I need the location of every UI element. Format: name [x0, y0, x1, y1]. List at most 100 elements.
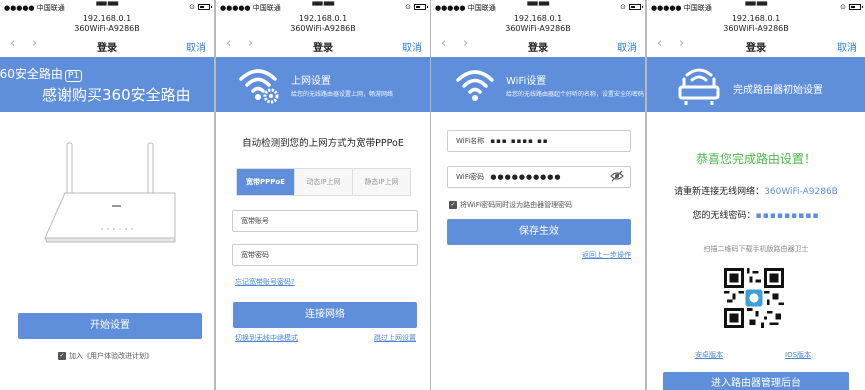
clock: ▀▀ ▀▀: [96, 2, 118, 10]
battery-area: ⊙: [405, 3, 428, 11]
scan-tip: 扫描二维码下载手机版路由器卫士: [703, 245, 809, 253]
router-icon: [678, 68, 720, 105]
connection-type-tabs: 宽带PPPoE 动态IP上网 静态IP上网: [236, 168, 411, 196]
address-ip: 192.168.0.1: [513, 14, 563, 23]
nav-title: 登录: [97, 43, 117, 54]
nav-bar: ‹ › 登录 取消: [216, 36, 430, 55]
checkbox-checked-icon[interactable]: ✓: [58, 352, 66, 360]
lock-icon: ⊙: [840, 3, 846, 11]
relay-mode-link[interactable]: 切换到无线中继模式: [235, 333, 298, 343]
banner-title: 完成路由器初始设置: [733, 85, 823, 96]
address-ssid: 360WiFi-A9286B: [74, 24, 140, 33]
wifi-name-value: ▪▪▪ ▪▪▪▪ ▪▪: [490, 137, 549, 145]
address-bar[interactable]: 192.168.0.1 360WiFi-A9286B: [216, 14, 430, 34]
address-bar[interactable]: 192.168.0.1 360WiFi-A9286B: [431, 14, 645, 34]
address-ip: 192.168.0.1: [298, 14, 348, 23]
status-bar: ●●●●● 中国联通 ▀▀ ▀▀ ⊙: [0, 0, 214, 14]
battery-icon: [849, 4, 863, 10]
battery-icon: [629, 4, 643, 10]
cancel-button[interactable]: 取消: [186, 39, 206, 54]
connect-button[interactable]: 连接网络: [233, 302, 417, 328]
detected-mode-text: 自动检测到您的上网方式为宽带PPPoE: [242, 138, 404, 149]
ios-download-link[interactable]: IOS版本: [785, 350, 811, 360]
admin-password-checkbox[interactable]: ✓ 将WiFi密码同时设为路由器管理密码: [449, 200, 572, 210]
checkbox-checked-icon[interactable]: ✓: [449, 201, 457, 209]
lock-icon: ⊙: [405, 3, 411, 11]
screen-wifi-setup: ●●●●● 中国联通 ▀▀ ▀▀ ⊙ 192.168.0.1 360WiFi-A…: [431, 0, 645, 390]
cancel-button[interactable]: 取消: [617, 39, 637, 54]
brand-logo: 360安全路由P1: [0, 65, 83, 82]
nav-bar: ‹ › 登录 取消: [647, 36, 865, 55]
ux-plan-label: 加入《用户体验改进计划》: [69, 352, 153, 360]
wifi-banner: WiFi设置 给您的无线路由器起个好听的名称，设置安全的密码: [431, 57, 645, 112]
ux-plan-checkbox[interactable]: ✓ 加入《用户体验改进计划》: [58, 351, 153, 361]
nav-title: 登录: [746, 43, 766, 54]
pppoe-account-input[interactable]: 宽带账号: [232, 210, 418, 232]
lock-icon: ⊙: [620, 3, 626, 11]
nav-title: 登录: [313, 43, 333, 54]
lock-icon: ⊙: [189, 3, 195, 11]
banner-subtitle: 给您的无线路由器起个好听的名称，设置安全的密码: [506, 91, 645, 98]
internet-banner: 上网设置 给您的无线路由器设置上网，畅游网络: [216, 57, 430, 112]
qr-code[interactable]: [724, 268, 784, 328]
battery-area: ⊙: [620, 3, 643, 11]
address-ssid: 360WiFi-A9286B: [723, 24, 789, 33]
wifi-icon: [456, 70, 494, 101]
forgot-credentials-link[interactable]: 忘记宽带账号密码?: [235, 277, 295, 287]
congrats-text: 恭喜您完成路由设置！: [695, 152, 816, 166]
clock: ▀▀ ▀▀: [745, 2, 767, 10]
tab-pppoe[interactable]: 宽带PPPoE: [237, 169, 294, 195]
banner-title: 上网设置: [291, 76, 331, 87]
wifi-password-input[interactable]: WiFi密码 ●●●●●●●●●●: [447, 166, 631, 188]
nav-bar: ‹ › 登录 取消: [0, 36, 214, 55]
welcome-banner: 360安全路由P1 感谢购买360安全路由: [0, 57, 214, 112]
wireless-password-label: 您的无线密码：: [692, 211, 756, 221]
clock: ▀▀ ▀▀: [527, 2, 549, 10]
wifi-password-label: WiFi密码: [456, 173, 485, 181]
previous-step-link[interactable]: 返回上一步操作: [582, 250, 631, 260]
wifi-gear-icon: [239, 69, 279, 104]
battery-icon: [198, 4, 212, 10]
battery-area: ⊙: [189, 3, 212, 11]
address-ssid: 360WiFi-A9286B: [290, 24, 356, 33]
wifi-name-label: WiFi名称: [456, 137, 485, 145]
cancel-button[interactable]: 取消: [402, 39, 422, 54]
cancel-button[interactable]: 取消: [837, 39, 857, 54]
android-download-link[interactable]: 安卓版本: [695, 350, 723, 360]
banner-title: WiFi设置: [506, 76, 547, 87]
banner-subtitle: 给您的无线路由器设置上网，畅游网络: [291, 91, 394, 98]
battery-icon: [414, 4, 428, 10]
status-bar: ●●●●● 中国联通 ▀▀ ▀▀ ⊙: [216, 0, 430, 14]
tab-static-ip[interactable]: 静态IP上网: [352, 169, 410, 195]
screen-welcome: ●●●●● 中国联通 ▀▀ ▀▀ ⊙ 192.168.0.1 360WiFi-A…: [0, 0, 214, 390]
address-bar[interactable]: 192.168.0.1 360WiFi-A9286B: [0, 14, 214, 34]
skip-setup-link[interactable]: 跳过上网设置: [374, 333, 416, 343]
screen-internet-setup: ●●●●● 中国联通 ▀▀ ▀▀ ⊙ 192.168.0.1 360WiFi-A…: [216, 0, 430, 390]
pppoe-password-input[interactable]: 宽带密码: [232, 244, 418, 266]
address-bar[interactable]: 192.168.0.1 360WiFi-A9286B: [647, 14, 865, 34]
reconnect-label: 请重新连接无线网络：: [674, 187, 765, 197]
wifi-password-value: ●●●●●●●●●●: [490, 173, 562, 181]
save-button[interactable]: 保存生效: [447, 219, 631, 245]
status-bar: ●●●●● 中国联通 ▀▀ ▀▀ ⊙: [431, 0, 645, 14]
wireless-password-text: 您的无线密码：▪▪▪▪▪▪▪▪▪: [647, 208, 865, 221]
eye-hidden-icon[interactable]: [610, 170, 624, 182]
admin-password-label: 将WiFi密码同时设为路由器管理密码: [460, 201, 573, 209]
nav-title: 登录: [528, 43, 548, 54]
welcome-headline: 感谢购买360安全路由: [42, 86, 191, 104]
start-setup-button[interactable]: 开始设置: [18, 313, 202, 339]
screen-setup-complete: ●●●●● 中国联通 ▀▀ ▀▀ ⊙ 192.168.0.1 360WiFi-A…: [647, 0, 865, 390]
tab-dhcp[interactable]: 动态IP上网: [294, 169, 352, 195]
address-ip: 192.168.0.1: [82, 14, 132, 23]
router-image: [44, 142, 176, 243]
nav-bar: ‹ › 登录 取消: [431, 36, 645, 55]
ssid-value: 360WiFi-A9286B: [764, 187, 838, 197]
reconnect-text: 请重新连接无线网络：360WiFi-A9286B: [647, 184, 865, 197]
battery-area: ⊙: [840, 3, 863, 11]
complete-banner: 完成路由器初始设置: [647, 57, 865, 112]
enter-admin-button[interactable]: 进入路由器管理后台: [663, 372, 849, 390]
address-ip: 192.168.0.1: [731, 14, 781, 23]
wifi-name-input[interactable]: WiFi名称 ▪▪▪ ▪▪▪▪ ▪▪: [447, 130, 631, 152]
status-bar: ●●●●● 中国联通 ▀▀ ▀▀ ⊙: [647, 0, 865, 14]
clock: ▀▀ ▀▀: [312, 2, 334, 10]
